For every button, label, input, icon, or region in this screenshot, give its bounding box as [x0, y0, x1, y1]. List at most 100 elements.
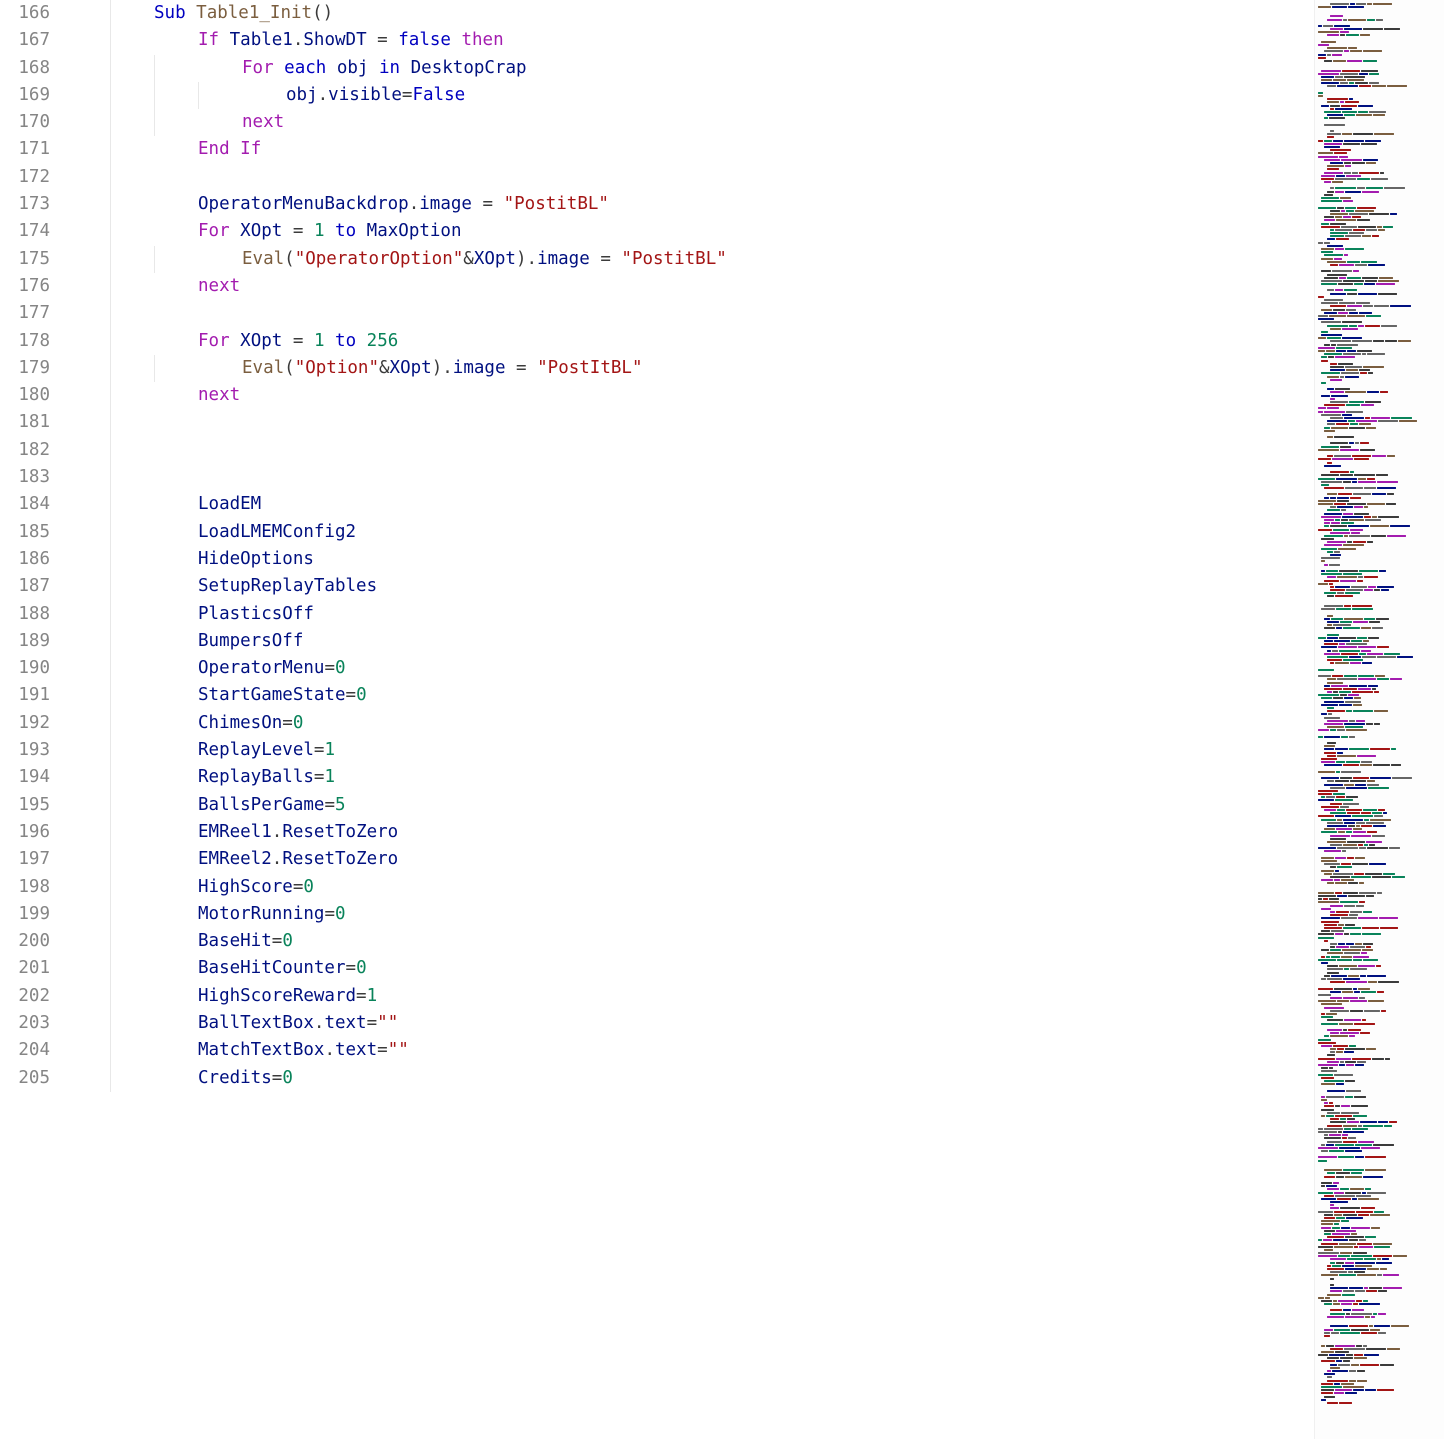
line-number: 175	[0, 246, 76, 273]
code-content: MotorRunning=0	[198, 901, 346, 928]
code-line[interactable]: 191StartGameState=0	[0, 682, 960, 709]
indent-area	[76, 55, 242, 82]
line-number: 168	[0, 55, 76, 82]
code-line[interactable]: 185LoadLMEMConfig2	[0, 519, 960, 546]
code-line[interactable]: 197EMReel2.ResetToZero	[0, 846, 960, 873]
code-line[interactable]: 203 BallTextBox.text=""	[0, 1010, 960, 1037]
code-content: Sub Table1_Init()	[154, 0, 333, 27]
indent-area	[76, 464, 110, 491]
indent-area	[76, 874, 198, 901]
indent-area	[76, 109, 242, 136]
code-content: obj.visible=False	[286, 82, 465, 109]
code-line[interactable]: 179 Eval("Option"&XOpt).image = "PostItBL…	[0, 355, 960, 382]
code-line[interactable]: 205Credits=0	[0, 1065, 960, 1092]
code-line[interactable]: 200BaseHit=0	[0, 928, 960, 955]
line-number: 204	[0, 1037, 76, 1064]
indent-area	[76, 601, 198, 628]
code-content: LoadEM	[198, 491, 261, 518]
indent-area	[76, 819, 198, 846]
code-content: BaseHitCounter=0	[198, 955, 367, 982]
line-number: 179	[0, 355, 76, 382]
code-line[interactable]: 169obj.visible=False	[0, 82, 960, 109]
code-line[interactable]: 166 Sub Table1_Init()	[0, 0, 960, 27]
line-number: 184	[0, 491, 76, 518]
code-line[interactable]: 187SetupReplayTables	[0, 573, 960, 600]
indent-area	[76, 273, 198, 300]
code-content: OperatorMenu=0	[198, 655, 346, 682]
code-line[interactable]: 192 ChimesOn=0	[0, 710, 960, 737]
code-line[interactable]: 167If Table1.ShowDT = false then	[0, 27, 960, 54]
minimap-row	[1315, 1401, 1444, 1404]
line-number: 192	[0, 710, 76, 737]
code-content: For XOpt = 1 to 256	[198, 328, 398, 355]
code-line[interactable]: 178 For XOpt = 1 to 256	[0, 328, 960, 355]
code-content: BallTextBox.text=""	[198, 1010, 398, 1037]
code-line[interactable]: 170 next	[0, 109, 960, 136]
line-number: 166	[0, 0, 76, 27]
code-line[interactable]: 175 Eval("OperatorOption"&XOpt).image = "…	[0, 246, 960, 273]
line-number: 196	[0, 819, 76, 846]
line-number: 190	[0, 655, 76, 682]
code-line[interactable]: 188PlasticsOff	[0, 601, 960, 628]
code-line[interactable]: 199MotorRunning=0	[0, 901, 960, 928]
line-number: 178	[0, 328, 76, 355]
indent-area	[76, 246, 242, 273]
code-line[interactable]: 194ReplayBalls=1	[0, 764, 960, 791]
code-line[interactable]: 196EMReel1.ResetToZero	[0, 819, 960, 846]
code-line[interactable]: 177	[0, 300, 960, 327]
code-line[interactable]: 186HideOptions	[0, 546, 960, 573]
code-line[interactable]: 176next	[0, 273, 960, 300]
code-line[interactable]: 180next	[0, 382, 960, 409]
indent-area	[76, 710, 198, 737]
code-line[interactable]: 171 End If	[0, 136, 960, 163]
code-content: HighScore=0	[198, 874, 314, 901]
indent-area	[76, 0, 154, 27]
indent-area	[76, 328, 198, 355]
code-line[interactable]: 182	[0, 437, 960, 464]
indent-area	[76, 955, 198, 982]
line-number: 194	[0, 764, 76, 791]
line-number: 197	[0, 846, 76, 873]
code-content: If Table1.ShowDT = false then	[198, 27, 504, 54]
indent-area	[76, 82, 286, 109]
indent-area	[76, 655, 198, 682]
code-line[interactable]: 204MatchTextBox.text=""	[0, 1037, 960, 1064]
code-line[interactable]: 173OperatorMenuBackdrop.image = "PostitB…	[0, 191, 960, 218]
code-line[interactable]: 168For each obj in DesktopCrap	[0, 55, 960, 82]
code-line[interactable]: 189BumpersOff	[0, 628, 960, 655]
line-number: 181	[0, 409, 76, 436]
indent-area	[76, 491, 198, 518]
code-content: next	[242, 109, 284, 136]
code-line[interactable]: 201BaseHitCounter=0	[0, 955, 960, 982]
code-line[interactable]: 195BallsPerGame=5	[0, 792, 960, 819]
code-line[interactable]: 183	[0, 464, 960, 491]
indent-area	[76, 901, 198, 928]
indent-area	[76, 519, 198, 546]
line-number: 200	[0, 928, 76, 955]
code-line[interactable]: 193ReplayLevel=1	[0, 737, 960, 764]
line-number: 203	[0, 1010, 76, 1037]
line-number: 170	[0, 109, 76, 136]
code-content: Eval("OperatorOption"&XOpt).image = "Pos…	[242, 246, 727, 273]
code-editor[interactable]: 166 Sub Table1_Init()167If Table1.ShowDT …	[0, 0, 960, 1439]
line-number: 173	[0, 191, 76, 218]
line-number: 171	[0, 136, 76, 163]
code-line[interactable]: 181	[0, 409, 960, 436]
code-line[interactable]: 202HighScoreReward=1	[0, 983, 960, 1010]
code-line[interactable]: 198 HighScore=0	[0, 874, 960, 901]
code-line[interactable]: 190 OperatorMenu=0	[0, 655, 960, 682]
indent-area	[76, 218, 198, 245]
indent-area	[76, 983, 198, 1010]
line-number: 202	[0, 983, 76, 1010]
code-content: End If	[198, 136, 261, 163]
code-line[interactable]: 184 LoadEM	[0, 491, 960, 518]
minimap[interactable]	[1314, 0, 1444, 1439]
line-number: 198	[0, 874, 76, 901]
code-content: Eval("Option"&XOpt).image = "PostItBL"	[242, 355, 642, 382]
code-line[interactable]: 172	[0, 164, 960, 191]
line-number: 183	[0, 464, 76, 491]
code-content: ChimesOn=0	[198, 710, 303, 737]
indent-area	[76, 382, 198, 409]
line-number: 186	[0, 546, 76, 573]
code-line[interactable]: 174For XOpt = 1 to MaxOption	[0, 218, 960, 245]
